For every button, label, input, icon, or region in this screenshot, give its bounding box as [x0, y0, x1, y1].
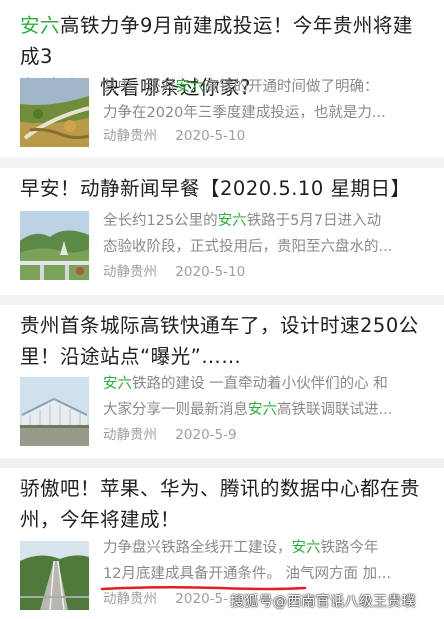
news-snippet: 全长约125公里的安六铁路于5月7日进入动 态验收阶段，正式投用后，贵阳至六盘水… [103, 213, 393, 255]
news-snippet: 安六铁路的建设 一直牵动着小伙伴们的心 和 大家分享一则最新消息安六高铁联调联试… [103, 376, 393, 418]
news-source: 动静贵州 [103, 264, 157, 280]
news-thumbnail[interactable] [20, 78, 89, 147]
divider [0, 158, 444, 168]
news-meta: 动静贵州 2020-5-9 [103, 423, 237, 443]
news-thumbnail[interactable] [20, 541, 89, 610]
news-title[interactable]: 骄傲吧！苹果、华为、腾讯的数据中心都在贵 州，今年将建成！ [20, 473, 430, 535]
news-date: 2020-5-9 [175, 427, 237, 443]
news-source: 动静贵州 [103, 427, 157, 443]
news-title[interactable]: 贵州首条城际高铁快通车了，设计时速250公 里！沿途站点“曝光”…… [20, 310, 430, 372]
news-date: 2020-5-10 [175, 128, 246, 144]
title-keyword: 安六 [20, 14, 61, 37]
news-item[interactable]: 贵州首条城际高铁快通车了，设计时速250公 里！沿途站点“曝光”…… 安六铁路的… [0, 305, 444, 460]
news-meta: 动静贵州 2020-5-10 [103, 260, 245, 280]
news-snippet: 力争盘兴铁路全线开工建设，安六铁路今年 12月底建成具备开通条件。 油气网方面 … [103, 540, 391, 582]
watermark: 搜狐号@西南官话八级王贵璞 [230, 594, 416, 610]
news-snippet: 其中，还对安六高铁的开通时间做了明确： 力争在2020年三季度建成投运，也就是力… [103, 79, 386, 121]
divider [0, 458, 444, 468]
divider [0, 295, 444, 305]
news-item[interactable]: 早安！动静新闻早餐【2020.5.10 星期日】 全长约125公里的安六铁路于5… [0, 168, 444, 298]
news-thumbnail[interactable] [20, 377, 89, 446]
news-date: 2020-5-10 [175, 264, 246, 280]
news-meta: 动静贵州 2020-5-10 [103, 124, 245, 144]
news-title[interactable]: 早安！动静新闻早餐【2020.5.10 星期日】 [20, 173, 430, 204]
news-item[interactable]: 安六高铁力争9月前建成投运！今年贵州将建成3 条铁路，快看哪条过你家？ 其中，还… [0, 0, 444, 160]
news-source: 动静贵州 [103, 128, 157, 144]
news-thumbnail[interactable] [20, 211, 89, 280]
